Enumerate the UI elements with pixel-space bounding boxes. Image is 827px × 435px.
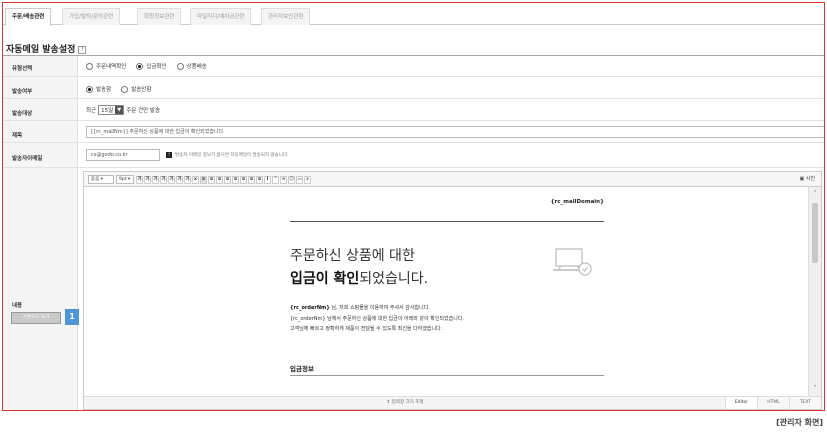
radio-icon[interactable] bbox=[121, 85, 129, 93]
mode-tab-text[interactable]: TEXT bbox=[789, 396, 821, 409]
row-divider bbox=[3, 142, 824, 143]
tab-bar: 주문/배송관련 가입/탈퇴/문의관련 회원정보관련 마일리지/예치금관련 관리자… bbox=[3, 3, 824, 26]
toolbar-button-icon[interactable]: ≡ bbox=[248, 175, 255, 184]
radio-icon[interactable] bbox=[176, 62, 184, 70]
editor-scrollbar[interactable]: ˄ ˅ bbox=[808, 187, 821, 396]
tab-mileage-deposit[interactable]: 마일리지/예치금관련 bbox=[190, 8, 252, 25]
section-title-text: 자동메일 발송설정 bbox=[6, 45, 76, 55]
resize-handle[interactable]: ↕ 입력창 크기 조절 bbox=[84, 396, 726, 409]
chevron-down-icon[interactable]: ▼ bbox=[115, 106, 124, 114]
radio-icon[interactable] bbox=[86, 62, 93, 70]
mail-headline-line1: 주문하신 상품에 대한 bbox=[290, 248, 415, 264]
type-option-order[interactable]: 주문내역확인 bbox=[86, 62, 126, 70]
tab-order-shipping[interactable]: 주문/배송관련 bbox=[5, 8, 52, 26]
scroll-thumb[interactable] bbox=[812, 203, 818, 263]
tab-admin-security[interactable]: 관리자보안관련 bbox=[261, 8, 311, 25]
target-label: 발송대상 bbox=[12, 111, 33, 117]
mode-tab-html[interactable]: HTML bbox=[757, 396, 789, 409]
type-option-deposit[interactable]: 입금확인 bbox=[136, 62, 167, 70]
deposit-info-divider bbox=[290, 375, 604, 376]
radio-checked-icon[interactable] bbox=[86, 85, 93, 93]
type-option-shipping[interactable]: 상품배송 bbox=[176, 62, 207, 70]
toolbar-button-icon[interactable]: x bbox=[192, 175, 199, 184]
row-divider bbox=[3, 120, 824, 121]
mode-tab-editor[interactable]: Editor bbox=[725, 396, 757, 409]
help-icon[interactable]: ? bbox=[78, 46, 87, 54]
subject-content: [{rc_mallNm}] 주문하신 상품에 대한 입금이 확인되었습니다. bbox=[86, 126, 824, 138]
mail-body-line2: {rc_orderNm} 님께서 주문하신 상품에 대한 입금이 아래와 같이 … bbox=[290, 315, 465, 322]
settings-form: 유형선택 주문내역확인 입금확인 상품배송 발송여부 발송함 발송안함 발송대상… bbox=[3, 55, 824, 410]
toolbar-button-icon[interactable]: I bbox=[264, 175, 271, 184]
toolbar-button-icon[interactable]: ∞ bbox=[280, 175, 287, 184]
mail-body-line1: {rc_orderNm} 님, 저희 쇼핑몰을 이용하여 주셔서 감사합니다. bbox=[290, 305, 430, 311]
laptop-check-icon bbox=[553, 248, 592, 276]
screen-caption: [관리자 화면] bbox=[776, 418, 823, 427]
send-label: 발송여부 bbox=[12, 89, 33, 95]
section-title: 자동메일 발송설정? bbox=[6, 42, 87, 55]
toolbar-button-icon[interactable]: 가 bbox=[136, 175, 143, 184]
toolbar-button-icon[interactable]: " bbox=[272, 175, 279, 184]
row-divider bbox=[3, 76, 824, 77]
admin-panel: 주문/배송관련 가입/탈퇴/문의관련 회원정보관련 마일리지/예치금관련 관리자… bbox=[2, 2, 825, 411]
scroll-down-icon[interactable]: ˅ bbox=[809, 384, 821, 394]
mall-domain: {rc_mallDomain} bbox=[550, 199, 604, 205]
toolbar-button-icon[interactable]: 가 bbox=[152, 175, 159, 184]
sender-note: ! 발송자 이메일 정보가 없으면 자동메일이 발송되지 않습니다. bbox=[166, 152, 289, 158]
send-options: 발송함 발송안함 bbox=[86, 85, 161, 93]
mail-editor: 돋움 ▾ 9pt ▾ 가 가 가 가 가 가 가 x ≡ ≡ ≡ ≡ ≡ ≡ ≡ ≡ I " ∞ ☺ ▭ ⌕ ▣ 사진 {… bbox=[83, 171, 822, 410]
toolbar-button-icon[interactable]: ≡ bbox=[224, 175, 231, 184]
view-substitution-code-button[interactable]: 치환코드 보기 bbox=[11, 312, 61, 324]
row-divider bbox=[3, 98, 824, 99]
toolbar-button-icon[interactable]: 가 bbox=[184, 175, 191, 184]
content-label: 내용 bbox=[12, 303, 23, 309]
tab-join-withdraw[interactable]: 가입/탈퇴/문의관련 bbox=[62, 8, 121, 25]
toolbar-button-icon[interactable]: ☺ bbox=[288, 175, 295, 184]
toolbar-button-icon[interactable]: 가 bbox=[176, 175, 183, 184]
toolbar-button-icon[interactable]: 가 bbox=[144, 175, 151, 184]
font-size-select[interactable]: 9pt ▾ bbox=[116, 175, 134, 184]
tab-member-info[interactable]: 회원정보관련 bbox=[137, 8, 182, 25]
send-option-no[interactable]: 발송안함 bbox=[121, 85, 151, 93]
mail-body: {rc_orderNm} 님, 저희 쇼핑몰을 이용하여 주셔서 감사합니다. … bbox=[290, 303, 464, 335]
editor-content-area[interactable]: {rc_mallDomain} 주문하신 상품에 대한 입금이 확인되었습니다.… bbox=[84, 187, 808, 396]
row-divider bbox=[3, 167, 824, 168]
sender-content: cs@godo.co.kr ! 발송자 이메일 정보가 없으면 자동메일이 발송되… bbox=[86, 149, 289, 161]
toolbar-button-icon[interactable]: ≡ bbox=[240, 175, 247, 184]
toolbar-button-icon[interactable]: ≡ bbox=[208, 175, 215, 184]
target-content: 최근 15일 ▼ 주문 건만 발송 bbox=[86, 105, 160, 115]
type-label: 유형선택 bbox=[12, 66, 33, 72]
toolbar-button-icon[interactable]: ≡ bbox=[256, 175, 263, 184]
type-options: 주문내역확인 입금확인 상품배송 bbox=[86, 62, 217, 70]
callout-badge: 1 bbox=[65, 309, 79, 325]
sender-label: 발송자이메일 bbox=[12, 156, 43, 162]
sender-email-input[interactable]: cs@godo.co.kr bbox=[86, 149, 160, 161]
target-suffix: 주문 건만 발송 bbox=[126, 108, 161, 114]
toolbar-button-icon[interactable]: ≡ bbox=[200, 175, 207, 184]
toolbar-button-icon[interactable]: 가 bbox=[168, 175, 175, 184]
subject-input[interactable]: [{rc_mallNm}] 주문하신 상품에 대한 입금이 확인되었습니다. bbox=[86, 126, 824, 138]
scroll-up-icon[interactable]: ˄ bbox=[809, 189, 821, 199]
subject-label: 제목 bbox=[12, 133, 23, 139]
mail-headline-line2: 입금이 확인되었습니다. bbox=[290, 271, 429, 287]
info-icon: ! bbox=[166, 152, 172, 158]
toolbar-button-icon[interactable]: 가 bbox=[160, 175, 167, 184]
toolbar-button-icon[interactable]: ⌕ bbox=[304, 175, 311, 184]
editor-toolbar: 돋움 ▾ 9pt ▾ 가 가 가 가 가 가 가 x ≡ ≡ ≡ ≡ ≡ ≡ ≡ ≡ I " ∞ ☺ ▭ ⌕ ▣ 사진 bbox=[84, 172, 821, 187]
radio-checked-icon[interactable] bbox=[136, 62, 144, 70]
mail-body-line3: 고객님께 빠르고 정확하게 제품이 전달될 수 있도록 최선을 다하겠습니다. bbox=[290, 326, 443, 332]
mail-divider bbox=[290, 221, 604, 222]
days-select[interactable]: 15일 ▼ bbox=[98, 105, 125, 115]
toolbar-buttons: 가 가 가 가 가 가 가 x ≡ ≡ ≡ ≡ ≡ ≡ ≡ ≡ I " ∞ ☺ ▭ ⌕ bbox=[136, 175, 312, 184]
send-option-yes[interactable]: 발송함 bbox=[86, 85, 111, 93]
target-prefix: 최근 bbox=[86, 108, 97, 114]
font-family-select[interactable]: 돋움 ▾ bbox=[88, 175, 114, 184]
deposit-info-title: 입금정보 bbox=[290, 365, 314, 373]
toolbar-button-icon[interactable]: ▭ bbox=[296, 175, 303, 184]
insert-photo-button[interactable]: ▣ 사진 bbox=[799, 175, 815, 182]
toolbar-button-icon[interactable]: ≡ bbox=[216, 175, 223, 184]
editor-mode-tabs: Editor HTML TEXT bbox=[725, 396, 821, 409]
toolbar-button-icon[interactable]: ≡ bbox=[232, 175, 239, 184]
